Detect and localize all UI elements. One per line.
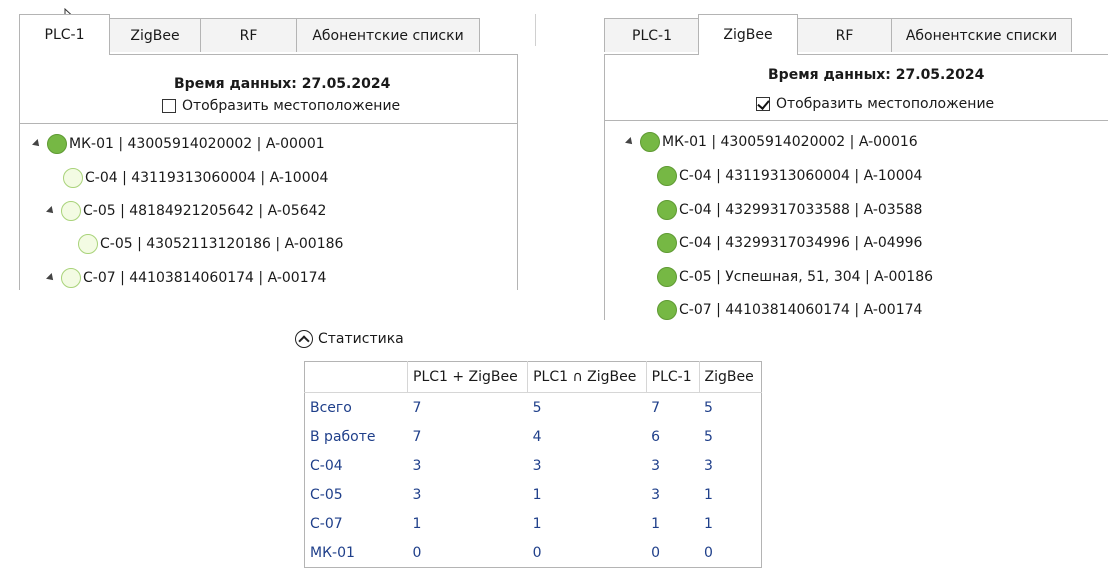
- table-row[interactable]: МК-01 0 0 0 0: [305, 538, 762, 568]
- column-header: ZigBee: [699, 361, 762, 393]
- status-online-icon: [657, 267, 677, 287]
- tab-rf[interactable]: RF: [797, 18, 892, 52]
- tab-subscriber-lists[interactable]: Абонентские списки: [891, 18, 1072, 52]
- tab-baseline: [798, 54, 1108, 55]
- table-row[interactable]: С-04 3 3 3 3: [305, 451, 762, 480]
- data-time-header: Время данных: 27.05.2024: [768, 67, 985, 83]
- table-row[interactable]: Всего 7 5 7 5: [305, 393, 762, 423]
- tree-item[interactable]: МК-01 | 43005914020002 | A-00016: [625, 130, 918, 154]
- right-panel: PLC-1 ZigBee RF Абонентские списки Время…: [0, 0, 1113, 330]
- status-online-icon: [657, 233, 677, 253]
- status-online-icon: [657, 166, 677, 186]
- status-online-icon: [657, 300, 677, 320]
- statistics-toggle[interactable]: Статистика: [295, 330, 404, 348]
- table-row[interactable]: В работе 7 4 6 5: [305, 422, 762, 451]
- column-header: PLC1 ∩ ZigBee: [527, 361, 647, 393]
- column-header: [304, 361, 408, 393]
- table-row[interactable]: С-07 1 1 1 1: [305, 509, 762, 538]
- show-location-label: Отобразить местоположение: [776, 96, 995, 112]
- tree-item[interactable]: С-07 | 44103814060174 | A-00174: [657, 298, 922, 322]
- tree-item[interactable]: С-04 | 43299317033588 | A-03588: [657, 198, 922, 222]
- tab-zigbee[interactable]: ZigBee: [698, 14, 798, 55]
- status-online-icon: [657, 200, 677, 220]
- tree-item[interactable]: С-05 | Успешная, 51, 304 | A-00186: [657, 265, 933, 289]
- statistics-table: PLC1 + ZigBee PLC1 ∩ ZigBee PLC-1 ZigBee…: [304, 361, 762, 568]
- show-location-row[interactable]: Отобразить местоположение: [756, 96, 994, 112]
- column-header: PLC-1: [646, 361, 700, 393]
- status-online-icon: [640, 132, 660, 152]
- content-left-border: [604, 54, 605, 320]
- expand-arrow-icon[interactable]: [625, 137, 635, 147]
- tree-item[interactable]: С-04 | 43299317034996 | A-04996: [657, 231, 922, 255]
- collapse-chevron-icon[interactable]: [295, 330, 313, 348]
- show-location-checkbox[interactable]: [756, 97, 770, 111]
- tab-baseline: [604, 54, 698, 55]
- tab-plc1[interactable]: PLC-1: [19, 14, 110, 55]
- tree-top-border: [604, 120, 1108, 121]
- table-row[interactable]: С-05 3 1 3 1: [305, 480, 762, 509]
- column-header: PLC1 + ZigBee: [407, 361, 529, 393]
- tab-plc1[interactable]: PLC-1: [604, 18, 700, 52]
- tree-item[interactable]: С-04 | 43119313060004 | A-10004: [657, 164, 922, 188]
- table-header-row: PLC1 + ZigBee PLC1 ∩ ZigBee PLC-1 ZigBee: [304, 361, 762, 393]
- statistics-label: Статистика: [318, 331, 404, 347]
